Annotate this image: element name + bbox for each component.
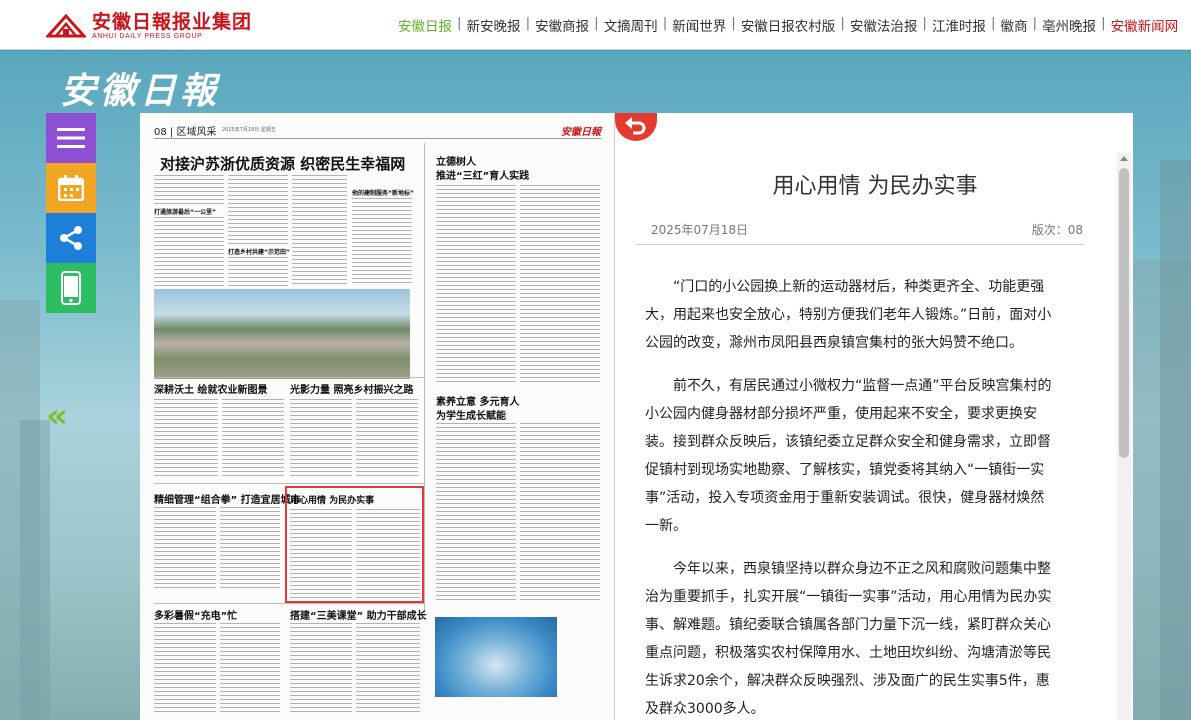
text-column — [222, 399, 284, 479]
nav-separator: | — [1032, 15, 1038, 31]
text-column — [220, 623, 280, 713]
bg-building — [1160, 160, 1191, 720]
back-button[interactable] — [615, 113, 657, 141]
nav-item[interactable]: 文摘周刊 — [604, 15, 658, 35]
scroll-thumb[interactable] — [1119, 168, 1129, 458]
article-paragraph: “门口的小公园换上新的运动器材后，种类更齐全、功能更强大，用起来也安全放心，特别… — [645, 279, 1052, 351]
menu-button[interactable] — [46, 113, 96, 163]
nav-separator: | — [731, 15, 736, 31]
headline-deep[interactable]: 深耕沃土 绘就农业新图景 — [154, 381, 267, 396]
news-photo-students[interactable] — [435, 617, 557, 697]
nav-item[interactable]: 新安晚报 — [467, 15, 521, 35]
nav-separator: | — [1101, 15, 1106, 31]
article-body: “门口的小公园换上新的运动器材后，种类更齐全、功能更强大，用起来也安全放心，特别… — [645, 273, 1055, 720]
newspaper-name: 安徽日報 — [60, 70, 221, 112]
article-date: 2025年07月18日 — [651, 223, 749, 237]
page-date: 2025年7月18日 星期五 — [222, 127, 276, 133]
row-divider — [154, 483, 424, 484]
text-column — [220, 507, 280, 591]
text-column — [356, 623, 420, 713]
text-column — [154, 175, 224, 205]
selected-article-highlight[interactable] — [285, 486, 424, 603]
logo-title: 安徽日報报业集团 — [92, 10, 253, 33]
scroll-up-icon[interactable] — [1120, 156, 1128, 161]
text-column — [520, 423, 600, 603]
text-column — [290, 623, 352, 713]
phone-icon — [61, 271, 81, 305]
newspaper-page[interactable]: 08 | 区域风采 2025年7月18日 星期五 安徽日報 对接沪苏浙优质资源 … — [140, 113, 615, 720]
text-column — [356, 399, 418, 479]
return-arrow-icon — [625, 117, 646, 135]
headline-teach-b[interactable]: 为学生成长赋能 — [436, 407, 506, 422]
page-brand: 安徽日報 — [561, 127, 601, 138]
calendar-icon — [58, 175, 84, 201]
text-column — [436, 423, 516, 603]
subhead-mid-1: 他的建制服务“新地标” — [352, 190, 414, 197]
article-title: 用心用情 为民办实事 — [772, 174, 978, 199]
row-divider — [154, 603, 424, 604]
headline-class[interactable]: 搭建“三美课堂” 助力干部成长 — [290, 607, 427, 622]
site-header: 安徽日報报业集团 ANHUI DAILY PRESS GROUP 安徽日报 | 新安… — [0, 0, 1191, 50]
share-button[interactable] — [46, 213, 96, 263]
page-number: 08 | 区域风采 — [154, 127, 217, 138]
article-paragraph: 今年以来，西泉镇坚持以群众身边不正之风和腐败问题集中整治为重要抓手，扎实开展“一… — [645, 561, 1052, 717]
headline-right-top-a[interactable]: 立德树人 — [436, 153, 476, 168]
nav-separator: | — [662, 15, 668, 31]
share-icon — [60, 226, 82, 250]
nav-separator: | — [990, 15, 996, 31]
site-logo[interactable]: 安徽日報报业集团 ANHUI DAILY PRESS GROUP — [44, 8, 253, 42]
text-column — [352, 198, 412, 286]
text-column — [154, 217, 224, 287]
headline-main[interactable]: 对接沪苏浙优质资源 织密民生幸福网 — [160, 153, 405, 174]
nav-item[interactable]: 江淮时报 — [932, 15, 986, 35]
nav-separator: | — [840, 15, 845, 31]
top-nav: 安徽日报 | 新安晚报 | 安徽商报 | 文摘周刊 | 新闻世界 | 安徽日报农村版 | 安徽法治报 | 江… — [398, 15, 1178, 35]
headline-right-top-b[interactable]: 推进“三红”育人实践 — [436, 167, 529, 182]
text-column — [292, 175, 347, 287]
text-column — [154, 623, 216, 713]
prev-page-button[interactable]: « — [46, 396, 68, 436]
mobile-button[interactable] — [46, 263, 96, 313]
news-photo-campus[interactable] — [154, 289, 410, 379]
logo-emblem-icon — [44, 12, 88, 38]
article-edition: 版次：08 — [1031, 223, 1083, 237]
nav-item[interactable]: 安徽日报 — [398, 15, 452, 35]
article-paragraph: 前不久，有居民通过小微权力“监督一点通”平台反映宫集村的小公园内健身器材部分损坏… — [645, 378, 1052, 534]
nav-item[interactable]: 亳州晚报 — [1042, 15, 1096, 35]
text-column — [290, 399, 352, 479]
text-column — [154, 399, 218, 479]
nav-item[interactable]: 安徽法治报 — [850, 15, 918, 35]
nav-item[interactable]: 安徽日报农村版 — [741, 15, 836, 35]
column-divider — [424, 143, 425, 613]
nav-item[interactable]: 安徽商报 — [535, 15, 589, 35]
nav-item[interactable]: 新闻世界 — [672, 15, 726, 35]
headline-light[interactable]: 光影力量 照亮乡村振兴之路 — [290, 381, 413, 396]
headline-refine[interactable]: 精细管理“组合拳” 打造宜居城市 — [154, 491, 301, 506]
row-divider — [154, 377, 424, 378]
nav-separator: | — [525, 15, 531, 31]
nav-item[interactable]: 安徽新闻网 — [1111, 15, 1179, 35]
page-header: 08 | 区域风采 2025年7月18日 星期五 安徽日報 — [154, 123, 601, 139]
menu-icon — [57, 128, 85, 148]
nav-item[interactable]: 徽商 — [1001, 15, 1028, 35]
article-panel: 用心用情 为民办实事 2025年07月18日 版次：08 “门口的小公园换上新的… — [615, 113, 1133, 720]
article-meta: 2025年07月18日 版次：08 — [635, 217, 1083, 245]
text-column — [228, 257, 288, 287]
subhead-left-2: 打造乡村共建“示范田” — [228, 249, 290, 256]
text-column — [154, 507, 216, 591]
headline-teach-a[interactable]: 素养立意 多元育人 — [436, 393, 519, 408]
text-column — [520, 185, 600, 385]
text-column — [228, 175, 288, 245]
headline-summer[interactable]: 多彩暑假“充电”忙 — [154, 607, 237, 622]
subhead-left-1: 打通旅游最后“一公里” — [154, 209, 216, 216]
nav-separator: | — [457, 15, 462, 31]
nav-separator: | — [594, 15, 599, 31]
nav-separator: | — [922, 15, 927, 31]
bg-building — [20, 420, 50, 720]
logo-subtitle: ANHUI DAILY PRESS GROUP — [92, 32, 203, 40]
article-scrollbar[interactable] — [1117, 153, 1131, 720]
text-column — [436, 185, 516, 385]
calendar-button[interactable] — [46, 163, 96, 213]
